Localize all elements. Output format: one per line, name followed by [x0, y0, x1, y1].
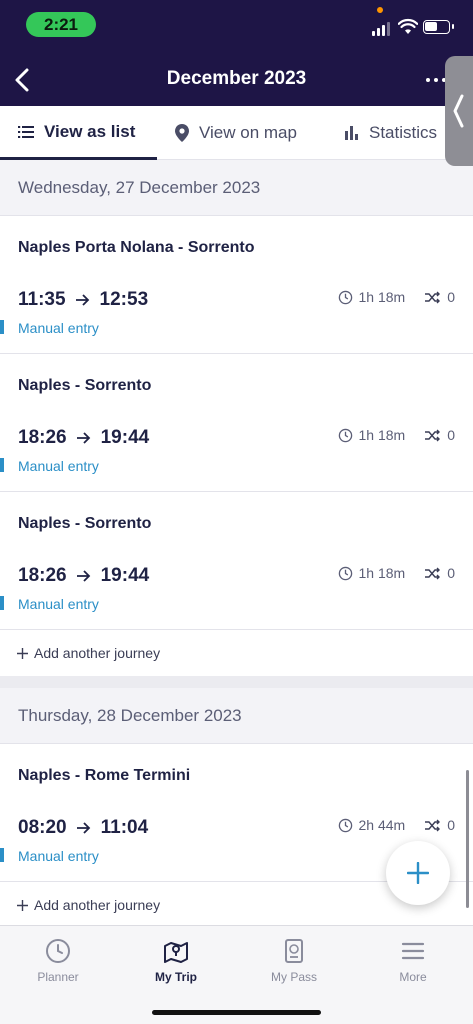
day-header: Thursday, 28 December 2023	[0, 688, 473, 744]
journey-entry-type: Manual entry	[18, 848, 99, 864]
arrive-time: 12:53	[99, 289, 149, 310]
add-another-journey-button[interactable]: Add another journey	[0, 630, 473, 676]
depart-time: 11:35	[18, 289, 66, 310]
arrow-right-icon	[76, 570, 90, 582]
nav-more[interactable]: More	[363, 938, 463, 984]
clock-icon	[338, 290, 352, 304]
shuffle-icon	[425, 429, 441, 441]
journey-card[interactable]: Naples Porta Nolana - Sorrento 11:35 12:…	[0, 216, 473, 354]
battery-icon	[423, 20, 454, 34]
day-header: Wednesday, 27 December 2023	[0, 160, 473, 216]
nav-label: More	[399, 970, 427, 984]
journey-changes: 0	[447, 427, 455, 443]
journey-meta: 1h 18m 0	[338, 565, 455, 581]
nav-label: My Trip	[154, 970, 197, 984]
journey-times: 11:35 12:53	[18, 289, 148, 311]
shuffle-icon	[425, 291, 441, 303]
add-journey-label: Add another journey	[34, 897, 161, 913]
arrow-right-icon	[75, 294, 89, 306]
journey-entry-type: Manual entry	[18, 458, 99, 474]
bar-chart-icon	[345, 126, 358, 140]
nav-planner[interactable]: Planner	[8, 938, 108, 984]
side-panel-handle[interactable]	[445, 56, 473, 166]
journey-card[interactable]: Naples - Sorrento 18:26 19:44 1h 18m 0 M…	[0, 492, 473, 630]
chevron-left-icon	[453, 94, 464, 128]
tab-view-on-map[interactable]: View on map	[175, 106, 297, 160]
plus-icon	[17, 899, 28, 911]
add-journey-label: Add another journey	[34, 645, 161, 661]
signal-icon	[372, 22, 392, 36]
map-icon	[164, 942, 188, 963]
journey-times: 08:20 11:04	[18, 817, 148, 839]
plus-icon	[17, 647, 28, 659]
tab-label: View on map	[199, 123, 297, 142]
arrow-right-icon	[76, 822, 90, 834]
journey-duration: 1h 18m	[358, 565, 406, 581]
journey-route: Naples - Rome Termini	[18, 767, 191, 784]
app-header: 2:21 December 2023	[0, 0, 473, 106]
journey-times: 18:26 19:44	[18, 565, 149, 587]
journey-duration: 2h 44m	[358, 817, 406, 833]
clock-icon	[338, 428, 352, 442]
nav-label: Planner	[37, 970, 79, 984]
view-tabs: View as list View on map Statistics	[0, 106, 473, 160]
arrive-time: 19:44	[100, 427, 150, 448]
journey-times: 18:26 19:44	[18, 427, 149, 449]
depart-time: 08:20	[18, 817, 67, 838]
clock-icon	[338, 566, 352, 580]
journey-route: Naples - Sorrento	[18, 377, 152, 394]
map-pin-icon	[175, 124, 189, 142]
tab-statistics[interactable]: Statistics	[345, 106, 437, 160]
journey-entry-type: Manual entry	[18, 320, 99, 336]
depart-time: 18:26	[18, 565, 67, 586]
journey-changes: 0	[447, 289, 455, 305]
journey-duration: 1h 18m	[358, 427, 406, 443]
arrow-right-icon	[76, 432, 90, 444]
tab-view-as-list[interactable]: View as list	[0, 106, 157, 160]
add-journey-fab[interactable]	[386, 841, 450, 905]
nav-my-pass[interactable]: My Pass	[244, 938, 344, 984]
journey-meta: 1h 18m 0	[338, 427, 455, 443]
entry-marker	[0, 596, 4, 610]
trip-list: Wednesday, 27 December 2023 Naples Porta…	[0, 160, 473, 928]
nav-my-trip[interactable]: My Trip	[126, 938, 226, 984]
journey-entry-type: Manual entry	[18, 596, 99, 612]
tab-label: View as list	[44, 121, 136, 141]
entry-marker	[0, 848, 4, 862]
journey-changes: 0	[447, 565, 455, 581]
passport-icon	[285, 939, 303, 963]
depart-time: 18:26	[18, 427, 67, 448]
journey-changes: 0	[447, 817, 455, 833]
privacy-indicator-dot	[377, 7, 383, 13]
journey-route: Naples - Sorrento	[18, 515, 152, 532]
list-icon	[18, 125, 34, 138]
journey-meta: 1h 18m 0	[338, 289, 455, 305]
nav-label: My Pass	[270, 970, 317, 984]
entry-marker	[0, 320, 4, 334]
status-time: 2:21	[26, 12, 96, 37]
scrollbar[interactable]	[466, 770, 469, 908]
journey-route: Naples Porta Nolana - Sorrento	[18, 239, 255, 256]
clock-icon	[46, 939, 70, 963]
entry-marker	[0, 458, 4, 472]
clock-icon	[338, 818, 352, 832]
page-title: December 2023	[166, 68, 307, 89]
journey-meta: 2h 44m 0	[338, 817, 455, 833]
arrive-time: 19:44	[100, 565, 150, 586]
bottom-navigation: Planner My Trip My Pass More	[0, 925, 473, 1024]
tab-label: Statistics	[369, 123, 438, 142]
journey-card[interactable]: Naples - Sorrento 18:26 19:44 1h 18m 0 M…	[0, 354, 473, 492]
arrive-time: 11:04	[100, 817, 149, 838]
day-separator	[0, 676, 473, 688]
journey-duration: 1h 18m	[358, 289, 406, 305]
home-indicator	[152, 1010, 321, 1015]
shuffle-icon	[425, 819, 441, 831]
plus-icon	[407, 862, 429, 884]
wifi-icon	[398, 18, 418, 34]
menu-icon	[401, 942, 425, 960]
shuffle-icon	[425, 567, 441, 579]
